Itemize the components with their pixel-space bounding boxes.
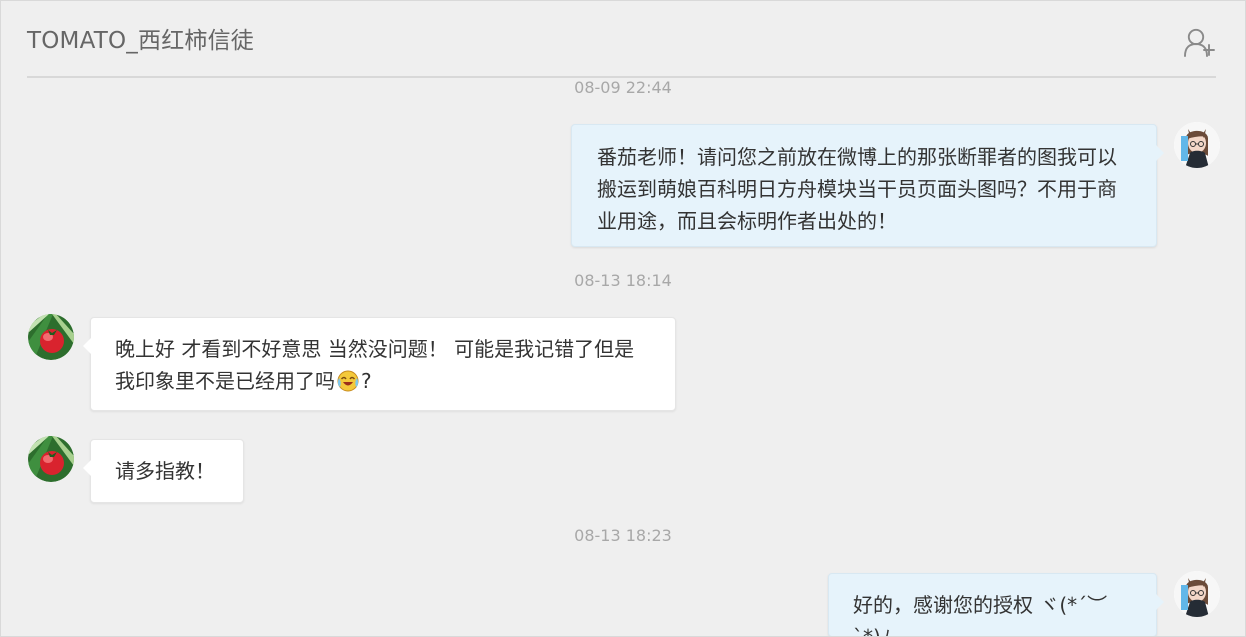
timestamp: 08-13 18:23 [1, 526, 1245, 546]
message-text-part: 晚上好 才看到不好意思 当然没问题！ 可能是我记错了但是我印象里不是已经用了吗 [115, 337, 635, 393]
message-text: 晚上好 才看到不好意思 当然没问题！ 可能是我记错了但是我印象里不是已经用了吗? [115, 333, 651, 397]
message-text: 好的，感谢您的授权 ヾ(*´︶`*)ﾉ [853, 593, 1108, 637]
anime-girl-avatar-icon [1174, 122, 1220, 168]
their-avatar[interactable] [28, 436, 74, 482]
message-text: 番茄老师！请问您之前放在微博上的那张断罪者的图我可以搬运到萌娘百科明日方舟模块当… [597, 145, 1117, 233]
timestamp-text: 08-09 22:44 [574, 78, 672, 97]
my-message-bubble[interactable]: 好的，感谢您的授权 ヾ(*´︶`*)ﾉ [828, 573, 1164, 637]
timestamp: 08-09 22:44 [1, 78, 1245, 98]
add-user-icon[interactable] [1181, 25, 1217, 61]
chat-window: TOMATO_西红柿信徒 08-09 22:44 番茄老师！请问您之前放在微博上… [0, 0, 1246, 637]
anime-girl-avatar-icon [1174, 571, 1220, 617]
tomato-avatar-icon [28, 436, 74, 482]
my-avatar[interactable] [1174, 571, 1220, 617]
timestamp-text: 08-13 18:23 [574, 526, 672, 545]
message-text: 请多指教！ [115, 459, 215, 483]
their-message-bubble[interactable]: 请多指教！ [83, 439, 244, 503]
timestamp-text: 08-13 18:14 [574, 271, 672, 290]
their-avatar[interactable] [28, 314, 74, 360]
chat-header: TOMATO_西红柿信徒 [27, 1, 1216, 78]
my-message-bubble[interactable]: 番茄老师！请问您之前放在微博上的那张断罪者的图我可以搬运到萌娘百科明日方舟模块当… [571, 124, 1164, 247]
laughing-crying-emoji [337, 370, 359, 392]
their-message-bubble[interactable]: 晚上好 才看到不好意思 当然没问题！ 可能是我记错了但是我印象里不是已经用了吗? [83, 317, 676, 411]
tomato-avatar-icon [28, 314, 74, 360]
my-avatar[interactable] [1174, 122, 1220, 168]
timestamp: 08-13 18:14 [1, 271, 1245, 291]
conversation-title: TOMATO_西红柿信徒 [27, 28, 254, 54]
message-text-part: ? [361, 369, 372, 393]
